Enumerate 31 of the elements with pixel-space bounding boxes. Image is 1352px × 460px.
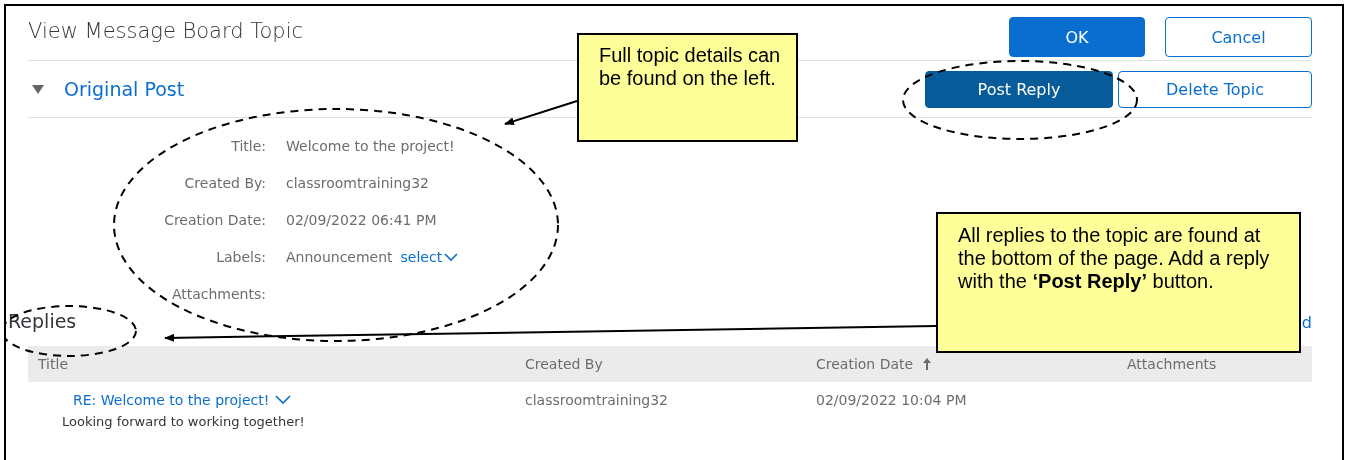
post-reply-button[interactable]: Post Reply bbox=[925, 70, 1113, 108]
table-cell-text: 02/09/2022 10:04 PM bbox=[816, 392, 968, 408]
collapse-triangle-icon[interactable] bbox=[32, 84, 44, 94]
column-header[interactable]: Attachments bbox=[1127, 356, 1312, 372]
field-value: classroomtraining32 bbox=[286, 175, 430, 191]
field-label: Created By: bbox=[183, 175, 266, 191]
link-text[interactable]: d bbox=[1301, 313, 1312, 332]
reply-title-link[interactable]: RE: Welcome to the project! bbox=[73, 392, 525, 408]
ok-button[interactable]: OK bbox=[1009, 17, 1145, 57]
callout-note: Full topic details can be found on the left. bbox=[577, 33, 798, 142]
field-value: 02/09/2022 06:41 PM bbox=[286, 212, 437, 228]
chevron-down-icon[interactable] bbox=[275, 395, 292, 405]
section-title[interactable]: Original Post bbox=[64, 78, 185, 100]
field-label: Creation Date: bbox=[163, 212, 266, 228]
field-value: Announcement bbox=[286, 249, 393, 265]
column-header[interactable]: Title bbox=[28, 356, 525, 372]
table-cell-text: classroomtraining32 bbox=[525, 392, 670, 408]
window-title: View Message Board Topic bbox=[28, 19, 304, 43]
field-label: Title: bbox=[230, 138, 266, 154]
cancel-button[interactable]: Cancel bbox=[1165, 17, 1312, 57]
field-label: Labels: bbox=[215, 249, 266, 265]
column-header[interactable]: Created By bbox=[525, 356, 816, 372]
callout-note: All replies to the topic are found at the bottom of the page. Add a reply with the ‘Post Reply’ button. bbox=[936, 212, 1301, 353]
field-value: Welcome to the project! bbox=[286, 138, 455, 154]
delete-topic-button[interactable]: Delete Topic bbox=[1118, 70, 1312, 108]
chevron-down-icon bbox=[444, 252, 459, 262]
select-link[interactable]: select bbox=[400, 249, 459, 265]
reply-text: Looking forward to working together! bbox=[62, 414, 306, 429]
column-header[interactable]: Creation Date bbox=[816, 356, 1127, 372]
field-label: Attachments: bbox=[170, 286, 266, 302]
replies-heading: Replies bbox=[8, 310, 77, 332]
